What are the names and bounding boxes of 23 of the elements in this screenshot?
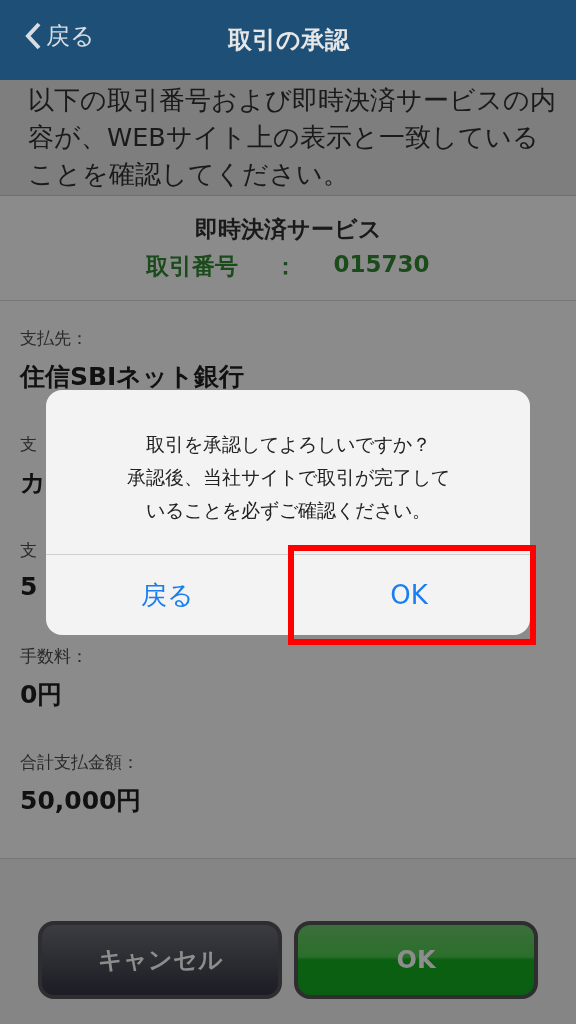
nav-title: 取引の承認 [227,25,349,56]
field-value: 0円 [20,679,63,711]
transaction-number: 015730 [333,251,430,279]
intro-text: 以下の取引番号および即時決済サービスの内容が、WEBサイト上の表示と一致していることを確認してください。 [27,84,557,191]
field-label: 支払先： [20,327,88,350]
field-label: 手数料： [20,645,88,668]
field-label: 合計支払金額： [20,751,139,774]
alert-message: 取引を承認してよろしいですか？ 承認後、当社サイトで取引が完了して いることを必ずご確認ください。 [46,390,530,555]
back-button[interactable]: 戻る [24,20,95,52]
field-value: 住信SBIネット銀行 [20,361,245,393]
field-value: カ [20,467,46,499]
cancel-button[interactable]: キャンセル [38,921,282,999]
field-value: 50,000円 [20,785,142,817]
field-label: 支 [20,539,37,562]
alert-button[interactable]: 戻る [46,555,288,635]
field-value: 5 [20,572,38,601]
number-label: 取引番号 [146,252,239,281]
chevron-left-icon [24,21,42,51]
ok-button[interactable]: OK [294,921,538,999]
separator: ： [274,252,298,281]
field-label: 支 [20,433,37,456]
alert-button[interactable]: OK [288,555,530,635]
service-name: 即時決済サービス [194,215,382,244]
